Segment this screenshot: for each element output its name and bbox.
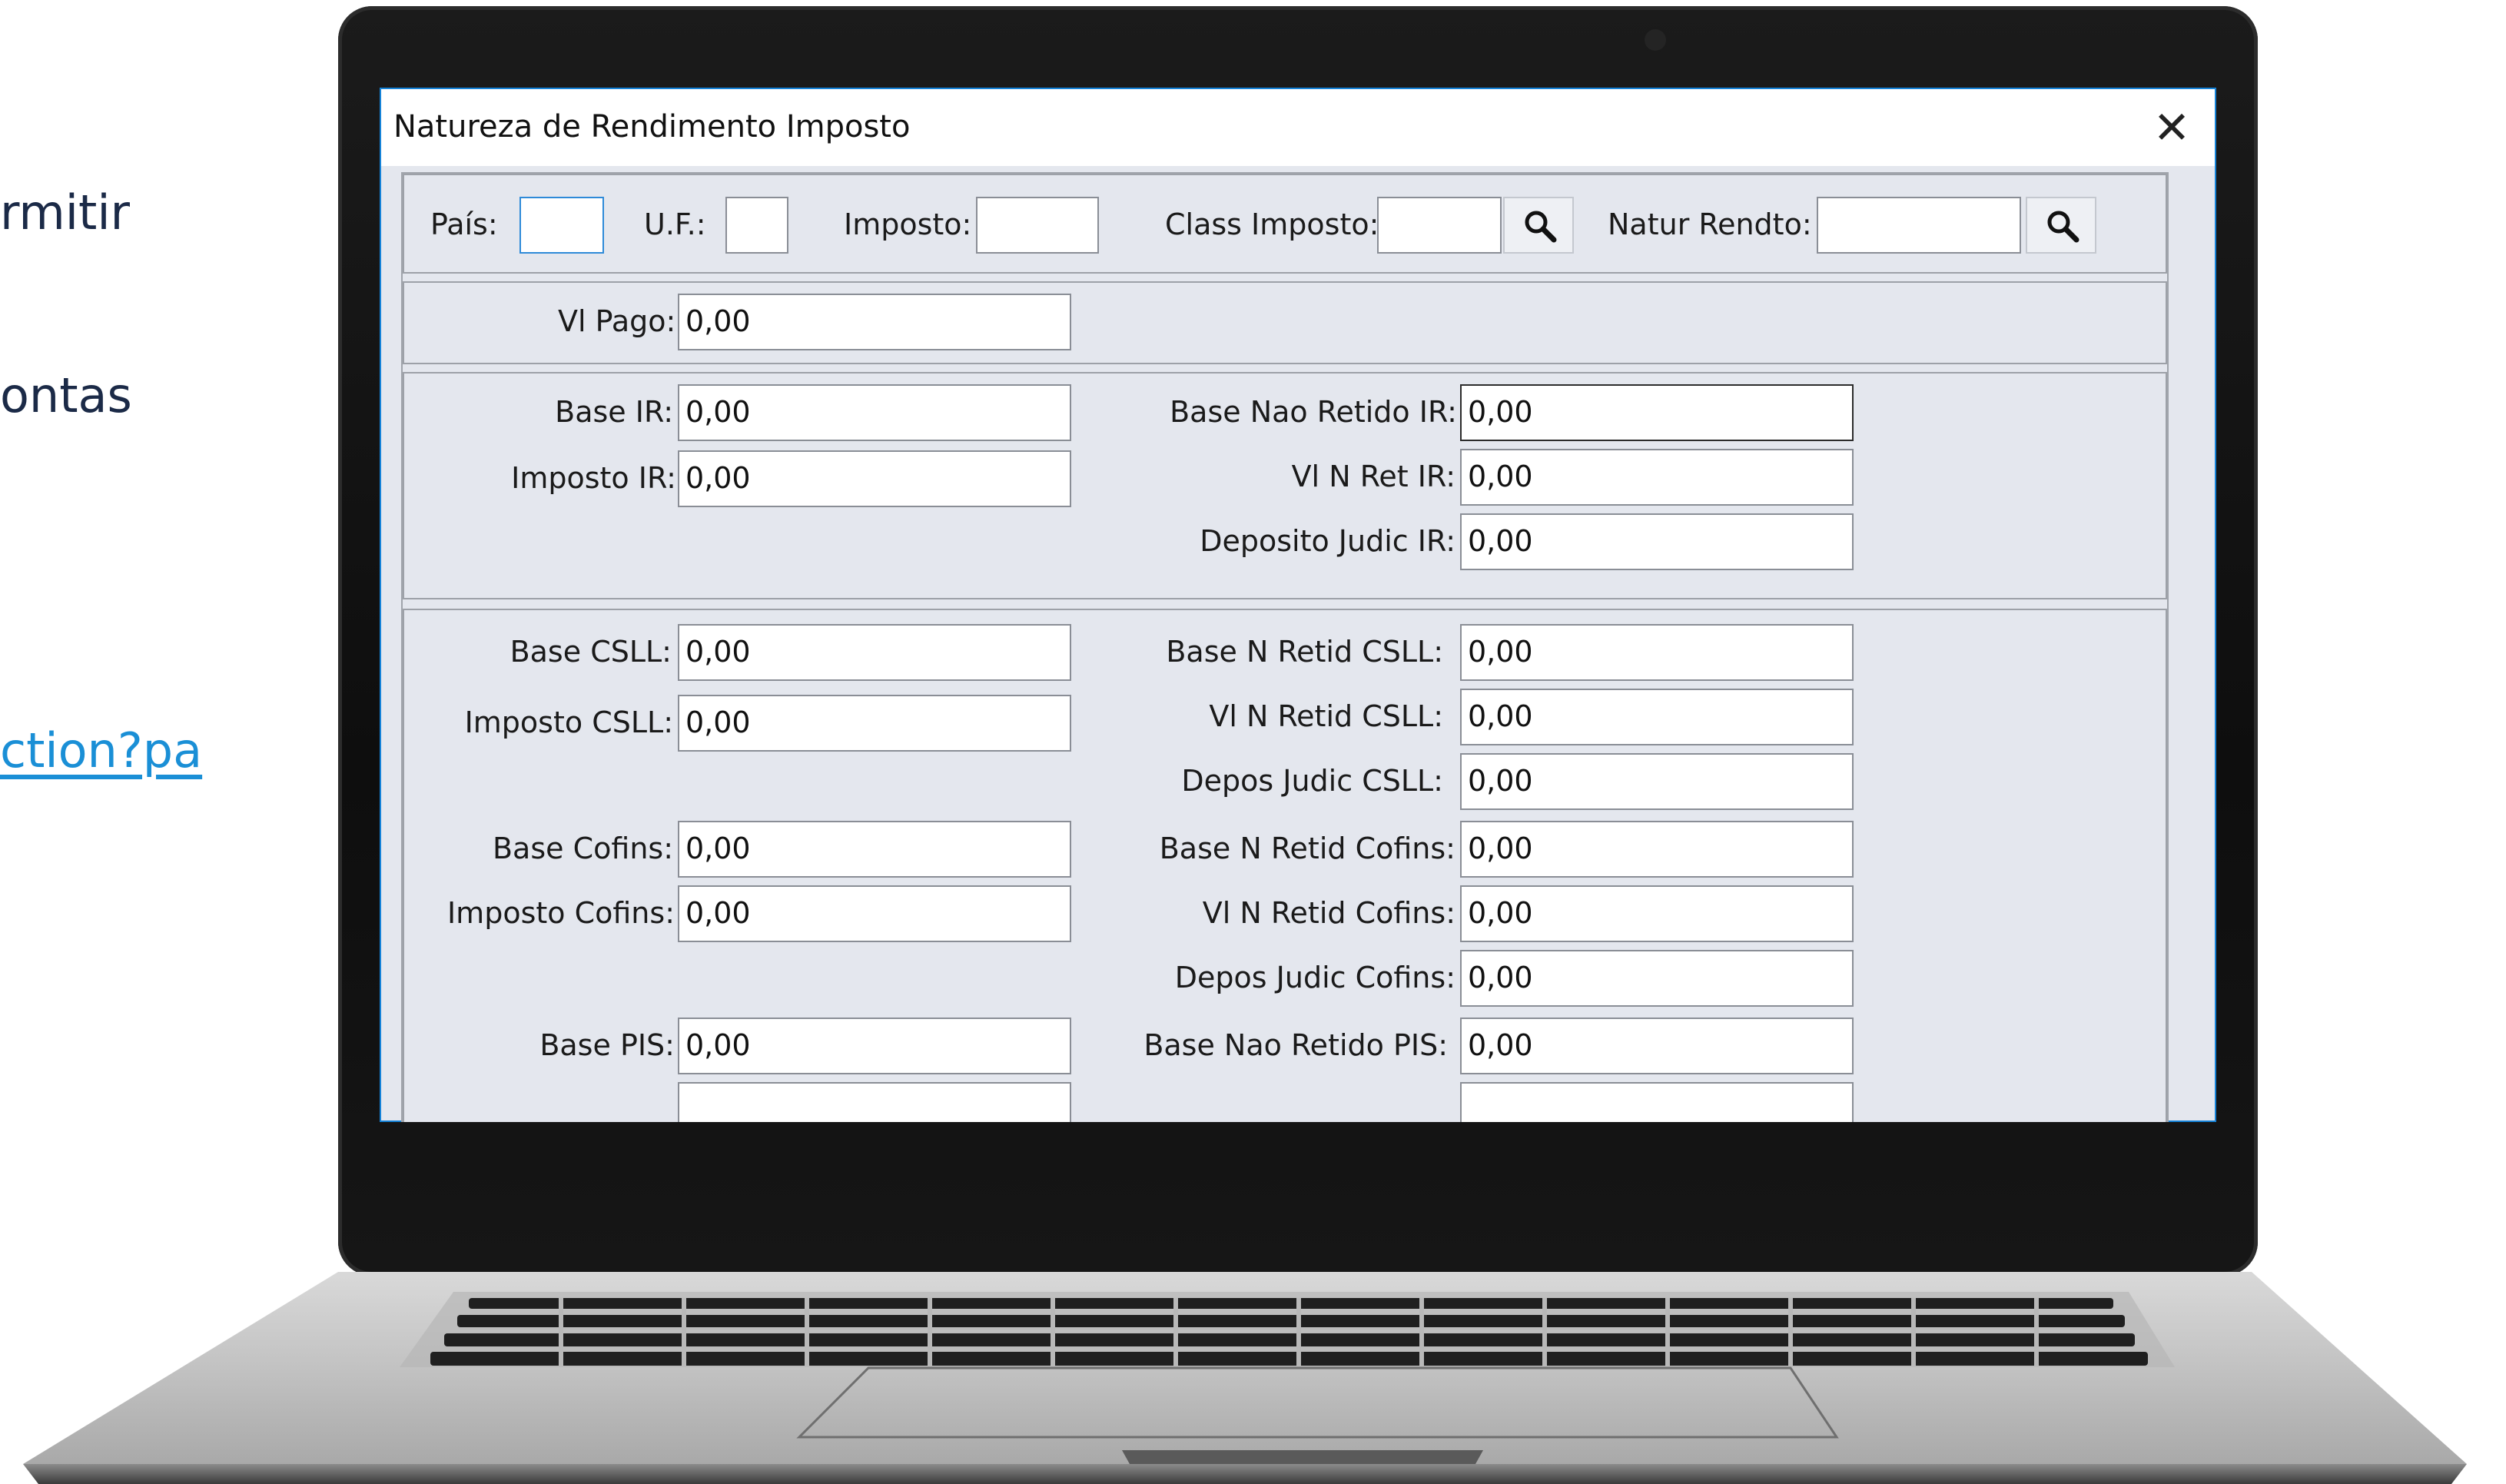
next-row-left-input[interactable] — [678, 1082, 1071, 1122]
uf-input[interactable] — [725, 197, 788, 254]
pais-input[interactable] — [519, 197, 604, 254]
depos-judic-cofins-label: Depos Judic Cofins: — [1174, 961, 1455, 994]
imposto-ir-label: Imposto IR: — [511, 461, 676, 495]
magnifier-icon — [1525, 211, 1557, 243]
close-icon[interactable]: ✕ — [2139, 97, 2204, 158]
base-ir-label: Base IR: — [555, 395, 673, 429]
vl-pago-input[interactable]: 0,00 — [678, 294, 1071, 350]
imposto-input[interactable] — [976, 197, 1099, 254]
natur-rendto-search-button[interactable] — [2026, 197, 2096, 254]
uf-label: U.F.: — [644, 207, 706, 241]
next-row-right-input[interactable] — [1460, 1082, 1854, 1122]
base-nao-retido-ir-label: Base Nao Retido IR: — [1170, 395, 1457, 429]
pais-label: País: — [430, 207, 498, 241]
magnifier-icon — [2047, 211, 2079, 243]
depos-judic-cofins-input[interactable]: 0,00 — [1460, 950, 1854, 1007]
other-taxes-group: Base CSLL: 0,00 Imposto CSLL: 0,00 Base … — [403, 609, 2167, 1122]
vl-n-retid-cofins-input[interactable]: 0,00 — [1460, 885, 1854, 942]
vl-pago-label: Vl Pago: — [558, 304, 676, 338]
base-n-retid-cofins-label: Base N Retid Cofins: — [1159, 832, 1455, 865]
natur-rendto-input[interactable] — [1817, 197, 2021, 254]
laptop-screen: Natureza de Rendimento Imposto ✕ País: U… — [380, 88, 2216, 1122]
background-text-line2: ontas — [0, 367, 132, 423]
base-nao-retido-pis-label: Base Nao Retido PIS: — [1143, 1028, 1448, 1062]
deposito-judic-ir-label: Deposito Judic IR: — [1200, 524, 1455, 558]
webcam — [1645, 29, 1666, 51]
base-n-retid-csll-label: Base N Retid CSLL: — [1166, 635, 1443, 669]
filter-group: País: U.F.: Imposto: Class Imposto: Natu… — [403, 174, 2167, 274]
base-n-retid-csll-input[interactable]: 0,00 — [1460, 624, 1854, 681]
ir-group: Base IR: 0,00 Imposto IR: 0,00 Base Nao … — [403, 372, 2167, 599]
vl-n-retid-csll-input[interactable]: 0,00 — [1460, 689, 1854, 745]
imposto-cofins-label: Imposto Cofins: — [446, 896, 675, 930]
base-ir-input[interactable]: 0,00 — [678, 384, 1071, 441]
dialog-window: Natureza de Rendimento Imposto ✕ País: U… — [380, 88, 2216, 1122]
form-panel: País: U.F.: Imposto: Class Imposto: Natu… — [401, 172, 2169, 1122]
class-imposto-input[interactable] — [1377, 197, 1502, 254]
deposito-judic-ir-input[interactable]: 0,00 — [1460, 513, 1854, 570]
background-text-line1: rmitir — [0, 184, 131, 241]
class-imposto-label: Class Imposto: — [1165, 207, 1379, 241]
imposto-label: Imposto: — [844, 207, 972, 241]
depos-judic-csll-input[interactable]: 0,00 — [1460, 753, 1854, 810]
base-n-retid-cofins-input[interactable]: 0,00 — [1460, 821, 1854, 878]
vl-pago-group: Vl Pago: 0,00 — [403, 281, 2167, 364]
base-nao-retido-pis-input[interactable]: 0,00 — [1460, 1018, 1854, 1074]
base-pis-label: Base PIS: — [539, 1028, 675, 1062]
depos-judic-csll-label: Depos Judic CSLL: — [1181, 764, 1443, 798]
vl-n-retid-cofins-label: Vl N Retid Cofins: — [1202, 896, 1455, 930]
base-pis-input[interactable]: 0,00 — [678, 1018, 1071, 1074]
imposto-ir-input[interactable]: 0,00 — [678, 450, 1071, 507]
base-csll-label: Base CSLL: — [509, 635, 672, 669]
vl-n-ret-ir-label: Vl N Ret IR: — [1291, 460, 1455, 493]
title-bar: Natureza de Rendimento Imposto ✕ — [381, 89, 2215, 166]
imposto-csll-input[interactable]: 0,00 — [678, 695, 1071, 752]
natur-rendto-label: Natur Rendto: — [1608, 207, 1812, 241]
class-imposto-search-button[interactable] — [1503, 197, 1574, 254]
laptop-base — [23, 1272, 2482, 1484]
imposto-csll-label: Imposto CSLL: — [464, 705, 673, 739]
vl-n-retid-csll-label: Vl N Retid CSLL: — [1209, 699, 1443, 733]
background-link[interactable]: ction?pa — [0, 722, 202, 779]
imposto-cofins-input[interactable]: 0,00 — [678, 885, 1071, 942]
base-cofins-input[interactable]: 0,00 — [678, 821, 1071, 878]
base-nao-retido-ir-input[interactable]: 0,00 — [1460, 384, 1854, 441]
vl-n-ret-ir-input[interactable]: 0,00 — [1460, 449, 1854, 506]
window-title: Natureza de Rendimento Imposto — [393, 109, 911, 144]
base-csll-input[interactable]: 0,00 — [678, 624, 1071, 681]
base-cofins-label: Base Cofins: — [492, 832, 673, 865]
